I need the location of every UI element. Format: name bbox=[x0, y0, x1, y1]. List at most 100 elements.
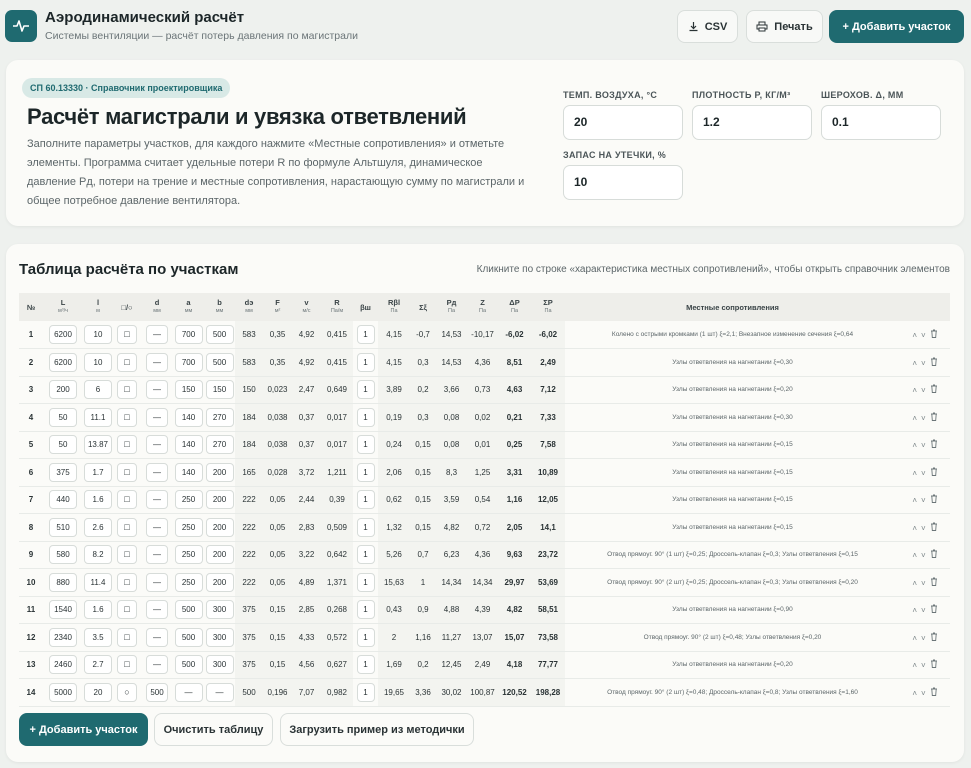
shape-toggle[interactable]: □ bbox=[117, 490, 137, 510]
shape-toggle[interactable]: □ bbox=[117, 352, 137, 372]
chevron-up-icon[interactable]: ˄ bbox=[912, 661, 917, 670]
cell-input[interactable]: 6 bbox=[84, 380, 112, 400]
local-resistances[interactable]: Узлы ответвления на нагнетании ξ=0,90 bbox=[565, 596, 900, 624]
table-row[interactable]: 2 6200 10 □ — 700 500 583 0,35 4,92 0,415 1 4,15 0,3 1… bbox=[19, 348, 950, 377]
trash-icon[interactable] bbox=[930, 357, 938, 368]
cell-input[interactable]: 1 bbox=[356, 407, 375, 427]
chevron-down-icon[interactable]: ˅ bbox=[921, 469, 926, 478]
cell-input[interactable]: 880 bbox=[49, 572, 77, 592]
cell-input[interactable]: — bbox=[146, 655, 168, 675]
cell-input[interactable]: 500 bbox=[146, 682, 168, 702]
cell-input[interactable]: 2.6 bbox=[84, 517, 112, 537]
cell-input[interactable]: 1 bbox=[356, 655, 375, 675]
chevron-up-icon[interactable]: ˄ bbox=[912, 524, 917, 533]
cell-input[interactable]: 580 bbox=[49, 545, 77, 565]
table-row[interactable]: 4 50 11.1 □ — 140 270 184 0,038 0,37 0,017 1 0,19 0,3… bbox=[19, 403, 950, 432]
cell-input[interactable]: 1 bbox=[356, 572, 375, 592]
csv-button[interactable]: CSV bbox=[677, 10, 738, 43]
load-example-button[interactable]: Загрузить пример из методички bbox=[280, 713, 474, 746]
trash-icon[interactable] bbox=[930, 439, 938, 450]
chevron-up-icon[interactable]: ˄ bbox=[912, 441, 917, 450]
cell-input[interactable]: 50 bbox=[49, 407, 77, 427]
add-section-button[interactable]: + Добавить участок bbox=[19, 713, 148, 746]
print-button[interactable]: Печать bbox=[746, 10, 823, 43]
cell-input[interactable]: 270 bbox=[205, 435, 234, 455]
shape-toggle[interactable]: □ bbox=[117, 600, 137, 620]
cell-input[interactable]: — bbox=[146, 407, 168, 427]
shape-toggle[interactable]: □ bbox=[117, 572, 137, 592]
cell-input[interactable]: 50 bbox=[49, 435, 77, 455]
cell-input[interactable]: 10 bbox=[84, 325, 112, 344]
cell-input[interactable]: — bbox=[146, 325, 168, 344]
temperature-input[interactable]: 20 bbox=[563, 105, 683, 140]
cell-input[interactable]: 200 bbox=[205, 545, 234, 565]
trash-icon[interactable] bbox=[930, 659, 938, 670]
trash-icon[interactable] bbox=[930, 412, 938, 423]
local-resistances[interactable]: Узлы ответвления на нагнетании ξ=0,15 bbox=[565, 431, 900, 459]
chevron-down-icon[interactable]: ˅ bbox=[921, 579, 926, 588]
cell-input[interactable]: 200 bbox=[205, 517, 234, 537]
cell-input[interactable]: 1540 bbox=[49, 600, 77, 620]
cell-input[interactable]: 1 bbox=[356, 600, 375, 620]
chevron-down-icon[interactable]: ˅ bbox=[921, 661, 926, 670]
cell-input[interactable]: — bbox=[146, 545, 168, 565]
chevron-up-icon[interactable]: ˄ bbox=[912, 606, 917, 615]
cell-input[interactable]: 11.4 bbox=[84, 572, 112, 592]
trash-icon[interactable] bbox=[930, 384, 938, 395]
table-row[interactable]: 13 2460 2.7 □ — 500 300 375 0,15 4,56 0,627 1 1,69 0,… bbox=[19, 651, 950, 679]
cell-input[interactable]: — bbox=[146, 490, 168, 510]
trash-icon[interactable] bbox=[930, 549, 938, 560]
cell-input[interactable]: 500 bbox=[205, 325, 234, 344]
cell-input[interactable]: 1 bbox=[356, 325, 375, 344]
chevron-up-icon[interactable]: ˄ bbox=[912, 331, 917, 340]
trash-icon[interactable] bbox=[930, 632, 938, 643]
cell-input[interactable]: — bbox=[146, 462, 168, 482]
shape-toggle[interactable]: □ bbox=[117, 655, 137, 675]
chevron-down-icon[interactable]: ˅ bbox=[921, 331, 926, 340]
trash-icon[interactable] bbox=[930, 522, 938, 533]
cell-input[interactable]: 6200 bbox=[49, 352, 77, 372]
cell-input[interactable]: 250 bbox=[174, 545, 203, 565]
table-row[interactable]: 6 375 1.7 □ — 140 200 165 0,028 3,72 1,211 1 2,06 0,1… bbox=[19, 458, 950, 487]
trash-icon[interactable] bbox=[930, 467, 938, 478]
chevron-up-icon[interactable]: ˄ bbox=[912, 359, 917, 368]
shape-toggle[interactable]: □ bbox=[117, 325, 137, 344]
roughness-input[interactable]: 0.1 bbox=[821, 105, 941, 140]
shape-toggle[interactable]: ○ bbox=[117, 682, 137, 702]
table-row[interactable]: 3 200 6 □ —150 150 150 0,023 2,47 0,649 1 3,89 0,2 3,… bbox=[19, 376, 950, 404]
cell-input[interactable]: — bbox=[146, 572, 168, 592]
local-resistances[interactable]: Отвод прямоуг. 90° (1 шт) ξ=0,25; Дроссе… bbox=[565, 541, 900, 569]
cell-input[interactable]: 300 bbox=[205, 627, 234, 647]
cell-input[interactable]: 11.1 bbox=[84, 407, 112, 427]
cell-input[interactable]: 140 bbox=[174, 435, 203, 455]
cell-input[interactable]: 300 bbox=[205, 600, 234, 620]
cell-input[interactable]: — bbox=[146, 352, 168, 372]
cell-input[interactable]: 1 bbox=[356, 380, 375, 400]
cell-input[interactable]: 250 bbox=[174, 572, 203, 592]
shape-toggle[interactable]: □ bbox=[117, 462, 137, 482]
cell-input[interactable]: — bbox=[205, 682, 234, 702]
table-row[interactable]: 1 6200 10 □ —700 500 583 0,35 4,92 0,415 1 4,15 -0,7… bbox=[19, 321, 950, 349]
chevron-down-icon[interactable]: ˅ bbox=[921, 606, 926, 615]
local-resistances[interactable]: Узлы ответвления на нагнетании ξ=0,20 bbox=[565, 651, 900, 679]
table-row[interactable]: 14 5000 20 ○ 500— —500 0,196 7,07 0,982 1 19,65 3,3… bbox=[19, 678, 950, 707]
shape-toggle[interactable]: □ bbox=[117, 407, 137, 427]
cell-input[interactable]: 200 bbox=[205, 572, 234, 592]
chevron-down-icon[interactable]: ˅ bbox=[921, 441, 926, 450]
shape-toggle[interactable]: □ bbox=[117, 517, 137, 537]
cell-input[interactable]: 500 bbox=[174, 600, 203, 620]
local-resistances[interactable]: Узлы ответвления на нагнетании ξ=0,30 bbox=[565, 348, 900, 377]
cell-input[interactable]: 6200 bbox=[49, 325, 77, 344]
cell-input[interactable]: 2460 bbox=[49, 655, 77, 675]
local-resistances[interactable]: Узлы ответвления на нагнетании ξ=0,15 bbox=[565, 458, 900, 487]
shape-toggle[interactable]: □ bbox=[117, 627, 137, 647]
cell-input[interactable]: 1.6 bbox=[84, 490, 112, 510]
cell-input[interactable]: 1 bbox=[356, 627, 375, 647]
trash-icon[interactable] bbox=[930, 687, 938, 698]
clear-table-button[interactable]: Очистить таблицу bbox=[154, 713, 273, 746]
shape-toggle[interactable]: □ bbox=[117, 435, 137, 455]
local-resistances[interactable]: Отвод прямоуг. 90° (2 шт) ξ=0,48; Узлы о… bbox=[565, 623, 900, 652]
cell-input[interactable]: 200 bbox=[205, 490, 234, 510]
chevron-up-icon[interactable]: ˄ bbox=[912, 496, 917, 505]
cell-input[interactable]: 300 bbox=[205, 655, 234, 675]
